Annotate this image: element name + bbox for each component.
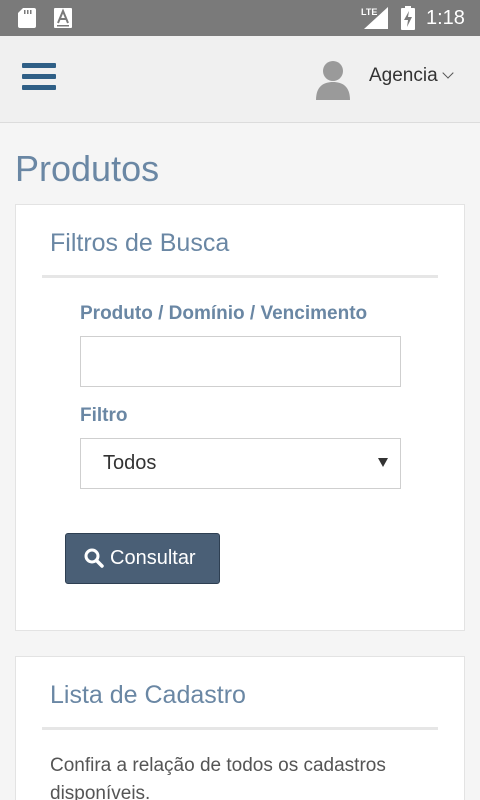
dropdown-arrow-icon [378,458,388,467]
signal-icon [364,7,388,29]
consultar-button[interactable]: Consultar [65,533,220,584]
filter-selected-value: Todos [103,452,157,474]
list-description: Confira a relação de todos os cadastros … [50,755,386,800]
filters-card-title: Filtros de Busca [50,229,230,257]
chevron-down-icon [442,67,454,79]
filter-label: Filtro [80,405,128,426]
divider [42,275,438,278]
filter-select[interactable]: Todos [80,438,401,489]
consultar-button-label: Consultar [110,547,196,569]
app-bar: Agencia [0,36,480,123]
battery-charging-icon [401,6,415,30]
divider [42,727,438,730]
font-a-icon [54,8,72,28]
list-card: Lista de Cadastro Confira a relação de t… [15,656,465,800]
search-icon [84,548,104,568]
search-input[interactable] [80,336,401,387]
page-title: Produtos [15,148,160,189]
user-name: Agencia [369,65,438,86]
list-card-title: Lista de Cadastro [50,681,246,709]
clock: 1:18 [426,7,465,29]
user-menu[interactable]: Agencia [369,65,454,87]
user-avatar-icon[interactable] [314,58,352,100]
hamburger-menu-icon[interactable] [22,63,56,93]
search-field-label: Produto / Domínio / Vencimento [80,303,368,324]
status-bar: LTE 1:18 [0,0,480,36]
filters-card: Filtros de Busca Produto / Domínio / Ven… [15,204,465,631]
sd-card-icon [18,8,36,28]
